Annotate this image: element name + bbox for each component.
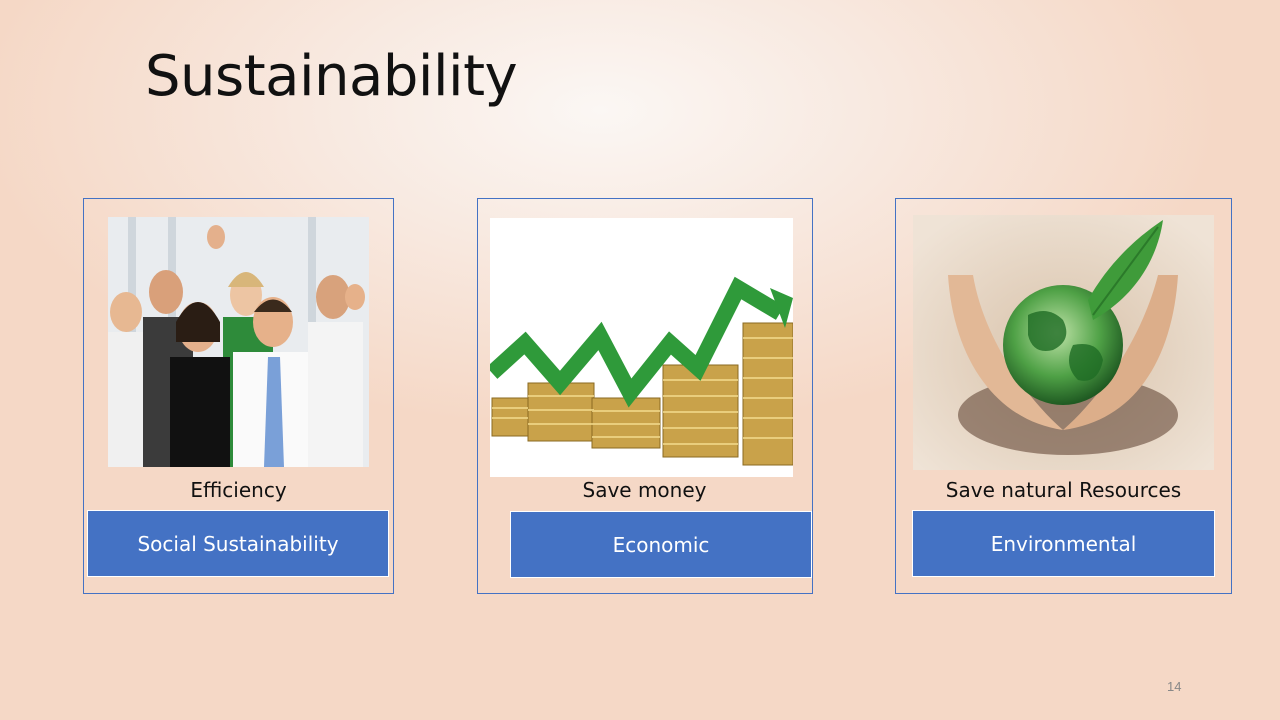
card-economic-caption: Save money [582, 478, 707, 502]
card-environmental-caption: Save natural Resources [945, 478, 1182, 502]
card-social-caption: Efficiency [190, 478, 287, 502]
card-environmental-label: Environmental [912, 510, 1215, 577]
people-celebrating-image [108, 217, 369, 467]
hands-holding-globe-image [913, 215, 1214, 470]
coins-growth-chart-image [490, 218, 793, 477]
card-social-label: Social Sustainability [87, 510, 389, 577]
card-economic-label: Economic [510, 511, 812, 578]
page-number: 14 [1167, 679, 1182, 694]
slide-title: Sustainability [145, 44, 518, 109]
